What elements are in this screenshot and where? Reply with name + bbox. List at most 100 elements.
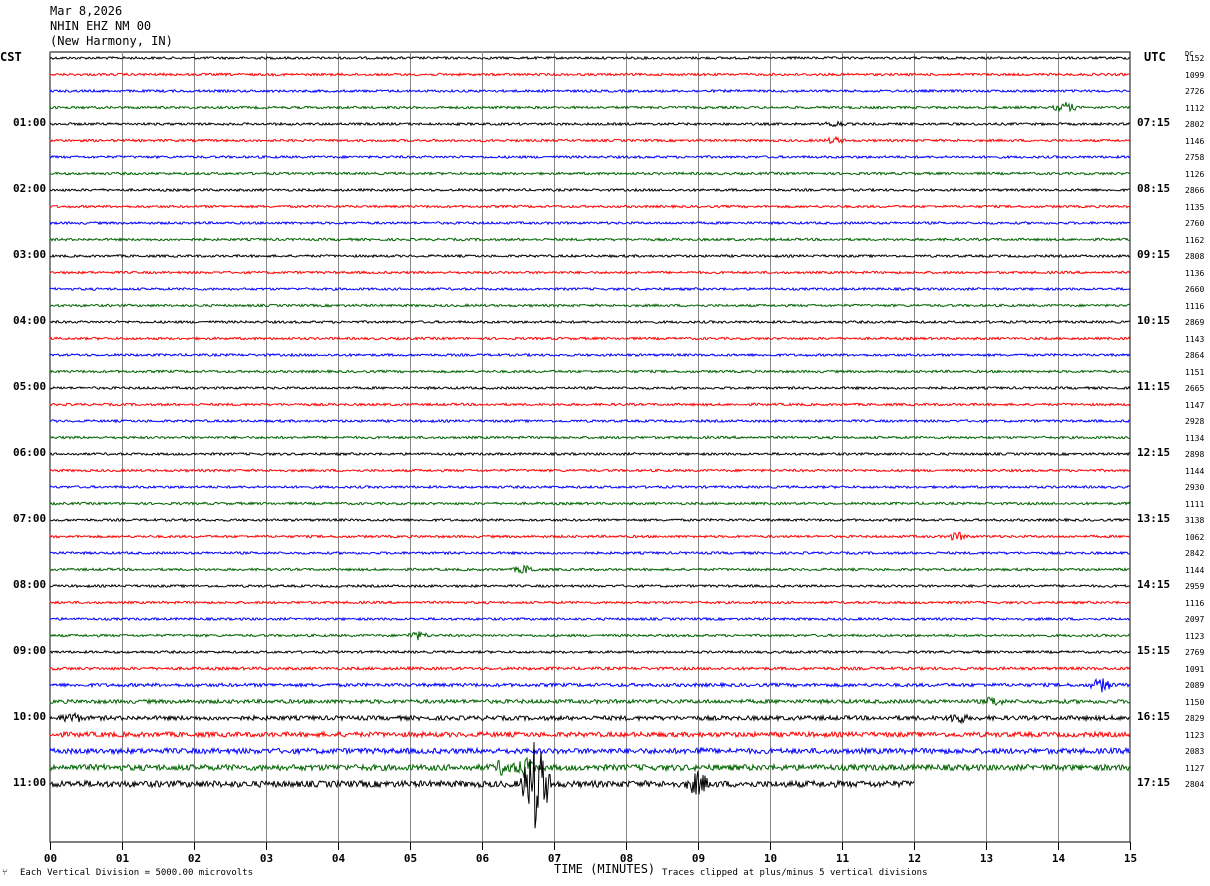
dc-value-1: 1099 bbox=[1185, 70, 1205, 80]
chart-frame bbox=[49, 51, 1131, 843]
left-hour-label-8: 09:00 bbox=[13, 644, 47, 657]
dc-value-27: 1111 bbox=[1185, 499, 1205, 509]
x-tick-label-15: 15 bbox=[1124, 852, 1137, 865]
trace-line-17 bbox=[49, 336, 1131, 341]
dc-value-39: 1150 bbox=[1185, 697, 1205, 707]
trace-line-21 bbox=[49, 402, 1131, 407]
clipping-note: Traces clipped at plus/minus 5 vertical … bbox=[662, 868, 928, 878]
right-hour-label-2: 09:15 bbox=[1137, 248, 1171, 261]
x-tick-label-11: 11 bbox=[836, 852, 850, 865]
right-hour-label-6: 13:15 bbox=[1137, 512, 1171, 525]
trace-line-15 bbox=[49, 303, 1131, 308]
trace-line-11 bbox=[49, 237, 1131, 242]
left-hour-label-0: 01:00 bbox=[13, 116, 47, 129]
x-tick-label-05: 05 bbox=[404, 852, 417, 865]
trace-line-39 bbox=[49, 696, 1131, 706]
dc-value-25: 1144 bbox=[1185, 466, 1205, 476]
seismic-traces bbox=[49, 55, 1131, 829]
trace-line-43 bbox=[49, 756, 1131, 778]
dc-value-38: 2089 bbox=[1185, 681, 1205, 690]
dc-value-42: 2083 bbox=[1185, 747, 1205, 756]
x-tick-label-00: 00 bbox=[44, 852, 57, 865]
trace-line-16 bbox=[49, 319, 1131, 325]
trace-line-19 bbox=[49, 369, 1131, 374]
left-hour-label-9: 10:00 bbox=[13, 710, 47, 723]
dc-value-34: 2097 bbox=[1185, 615, 1205, 624]
x-tick-label-12: 12 bbox=[908, 852, 921, 865]
dc-value-37: 1091 bbox=[1185, 664, 1205, 674]
right-hour-label-10: 17:15 bbox=[1137, 776, 1171, 789]
dc-value-16: 2869 bbox=[1185, 318, 1205, 327]
trace-line-14 bbox=[49, 286, 1131, 292]
dc-value-9: 1135 bbox=[1185, 202, 1205, 212]
right-hour-label-4: 11:15 bbox=[1137, 380, 1171, 393]
x-tick-label-09: 09 bbox=[692, 852, 705, 865]
x-tick-label-10: 10 bbox=[764, 852, 777, 865]
dc-value-33: 1116 bbox=[1185, 598, 1205, 608]
helicorder-chart: 00 01 02 03 04 05 06 07 08 09 10 11 12 13 14 15 bbox=[44, 51, 1137, 865]
dc-value-28: 3138 bbox=[1185, 516, 1205, 525]
vertical-division-note: Each Vertical Division = 5000.00 microvo… bbox=[20, 868, 253, 878]
trace-line-1 bbox=[49, 72, 1131, 77]
trace-line-28 bbox=[49, 517, 1131, 523]
x-axis-label: TIME (MINUTES) bbox=[554, 862, 656, 876]
dc-value-41: 1123 bbox=[1185, 730, 1205, 740]
dc-value-6: 2758 bbox=[1185, 153, 1205, 162]
dc-value-8: 2866 bbox=[1185, 186, 1205, 195]
trace-line-2 bbox=[49, 88, 1131, 94]
dc-value-32: 2959 bbox=[1185, 582, 1205, 591]
right-hour-label-3: 10:15 bbox=[1137, 314, 1171, 327]
dc-value-10: 2760 bbox=[1185, 219, 1205, 228]
trace-line-22 bbox=[49, 418, 1131, 424]
dc-value-0: 1152 bbox=[1185, 54, 1205, 63]
dc-value-17: 1143 bbox=[1185, 334, 1205, 344]
dc-value-20: 2665 bbox=[1185, 384, 1205, 393]
x-tick-label-14: 14 bbox=[1052, 852, 1066, 865]
corner-icon: ⑂ bbox=[2, 868, 8, 878]
trace-line-27 bbox=[49, 501, 1131, 506]
trace-line-8 bbox=[49, 187, 1130, 193]
right-hour-label-0: 07:15 bbox=[1137, 116, 1171, 129]
trace-line-31 bbox=[49, 564, 1131, 574]
trace-line-7 bbox=[49, 171, 1131, 176]
trace-line-12 bbox=[49, 253, 1131, 259]
trace-line-13 bbox=[49, 270, 1131, 275]
x-tick-label-13: 13 bbox=[980, 852, 993, 865]
dc-value-29: 1062 bbox=[1185, 532, 1205, 542]
dc-value-15: 1116 bbox=[1185, 301, 1205, 311]
dc-value-11: 1162 bbox=[1185, 235, 1205, 245]
dc-value-24: 2898 bbox=[1185, 450, 1205, 459]
trace-line-10 bbox=[49, 220, 1131, 226]
trace-line-24 bbox=[49, 451, 1131, 457]
trace-line-36 bbox=[49, 649, 1131, 655]
right-hour-label-7: 14:15 bbox=[1137, 578, 1171, 591]
dc-value-30: 2842 bbox=[1185, 549, 1205, 558]
trace-line-40 bbox=[49, 711, 1131, 725]
left-hour-label-5: 06:00 bbox=[13, 446, 47, 459]
left-hour-label-6: 07:00 bbox=[13, 512, 47, 525]
dc-value-21: 1147 bbox=[1185, 400, 1205, 410]
dc-value-5: 1146 bbox=[1185, 136, 1205, 146]
dc-value-22: 2928 bbox=[1185, 417, 1205, 426]
trace-line-26 bbox=[49, 484, 1131, 490]
right-hour-label-8: 15:15 bbox=[1137, 644, 1171, 657]
dc-value-19: 1151 bbox=[1185, 367, 1205, 377]
right-hour-label-9: 16:15 bbox=[1137, 710, 1171, 723]
dc-value-3: 1112 bbox=[1185, 103, 1205, 113]
right-hour-label-5: 12:15 bbox=[1137, 446, 1171, 459]
dc-value-13: 1136 bbox=[1185, 268, 1205, 278]
trace-line-41 bbox=[49, 730, 1131, 739]
dc-value-44: 2804 bbox=[1185, 780, 1205, 789]
left-hour-label-1: 02:00 bbox=[13, 182, 47, 195]
trace-line-5 bbox=[49, 135, 1131, 145]
trace-line-0 bbox=[49, 55, 1131, 61]
trace-line-37 bbox=[49, 665, 1131, 672]
trace-line-9 bbox=[49, 204, 1131, 209]
x-tick-label-02: 02 bbox=[188, 852, 201, 865]
dc-value-4: 2802 bbox=[1185, 120, 1205, 129]
trace-line-25 bbox=[49, 468, 1131, 473]
trace-line-6 bbox=[49, 154, 1131, 160]
left-hour-label-3: 04:00 bbox=[13, 314, 47, 327]
trace-line-23 bbox=[49, 435, 1131, 440]
x-tick-label-01: 01 bbox=[116, 852, 130, 865]
